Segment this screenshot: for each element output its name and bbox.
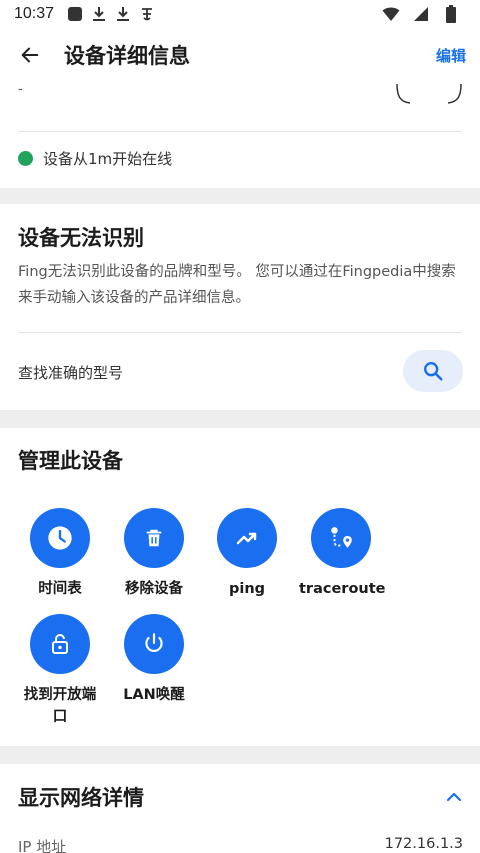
section-gap [0, 410, 480, 428]
schedule-tool-label: 时间表 [38, 581, 82, 597]
ping-tool-label: ping [228, 581, 266, 597]
trash-icon [146, 529, 162, 547]
device-detail-dash: - [18, 82, 23, 97]
power-icon [145, 633, 163, 653]
ip-address-label: IP 地址 [18, 838, 67, 853]
schedule-tool-button[interactable]: 时间表 [16, 508, 104, 600]
route-icon [331, 527, 352, 548]
download-icon-2 [114, 5, 132, 23]
battery-icon [442, 5, 460, 23]
notification-app-icon [66, 5, 84, 23]
schedule-tool-circle [30, 508, 90, 568]
edit-button[interactable]: 编辑 [436, 45, 466, 66]
online-status: 设备从1m开始在线 [18, 148, 172, 169]
lock-open-icon [52, 634, 68, 654]
unrecognized-title: 设备无法识别 [18, 226, 144, 250]
online-status-dot [18, 151, 33, 166]
status-right [382, 5, 466, 23]
divider [18, 332, 462, 333]
open-ports-tool-button[interactable]: 找到开放端口 [16, 614, 104, 728]
find-model-label[interactable]: 查找准确的型号 [18, 362, 123, 383]
unrecognized-description: Fing无法识别此设备的品牌和型号。 您可以通过在Fingpedia中搜索来手动… [18, 264, 456, 306]
status-time: 10:37 [14, 5, 55, 22]
download-icon [90, 5, 108, 23]
trending-up-icon [236, 532, 257, 545]
traceroute-tool-label: traceroute [299, 581, 386, 597]
remove-device-tool-circle [124, 508, 184, 568]
find-model-search-button[interactable] [403, 350, 463, 392]
ping-tool-button[interactable]: ping [203, 508, 291, 600]
app-notification-icon [138, 5, 156, 23]
open-ports-tool-circle [30, 614, 90, 674]
open-ports-tool-label: 找到开放端口 [23, 687, 97, 725]
wake-on-lan-tool-label: LAN唤醒 [123, 687, 185, 703]
divider [18, 131, 462, 132]
search-icon [424, 362, 443, 381]
clock-icon [48, 526, 72, 550]
wake-on-lan-tool-button[interactable]: LAN唤醒 [110, 614, 198, 706]
arrow-left-icon [21, 47, 39, 63]
section-gap [0, 746, 480, 764]
cell-signal-icon [412, 5, 430, 23]
device-image-frame [396, 83, 462, 104]
network-details-title[interactable]: 显示网络详情 [18, 782, 144, 812]
back-button[interactable] [0, 28, 60, 82]
wake-on-lan-tool-circle [124, 614, 184, 674]
manage-title: 管理此设备 [18, 449, 123, 473]
ping-tool-circle [217, 508, 277, 568]
status-bar: 10:37 [0, 0, 480, 28]
ip-address-value: 172.16.1.3 [384, 836, 463, 852]
app-bar: 设备详细信息 编辑 [0, 28, 480, 82]
remove-device-tool-label: 移除设备 [125, 581, 183, 597]
section-gap [0, 188, 480, 204]
wifi-icon [382, 5, 400, 23]
traceroute-tool-circle [311, 508, 371, 568]
page-title: 设备详细信息 [64, 44, 190, 68]
remove-device-tool-button[interactable]: 移除设备 [110, 508, 198, 600]
traceroute-tool-button[interactable]: traceroute [297, 508, 386, 600]
chevron-up-icon [446, 792, 462, 802]
collapse-network-details-button[interactable] [440, 786, 468, 808]
online-status-text: 设备从1m开始在线 [43, 150, 173, 168]
